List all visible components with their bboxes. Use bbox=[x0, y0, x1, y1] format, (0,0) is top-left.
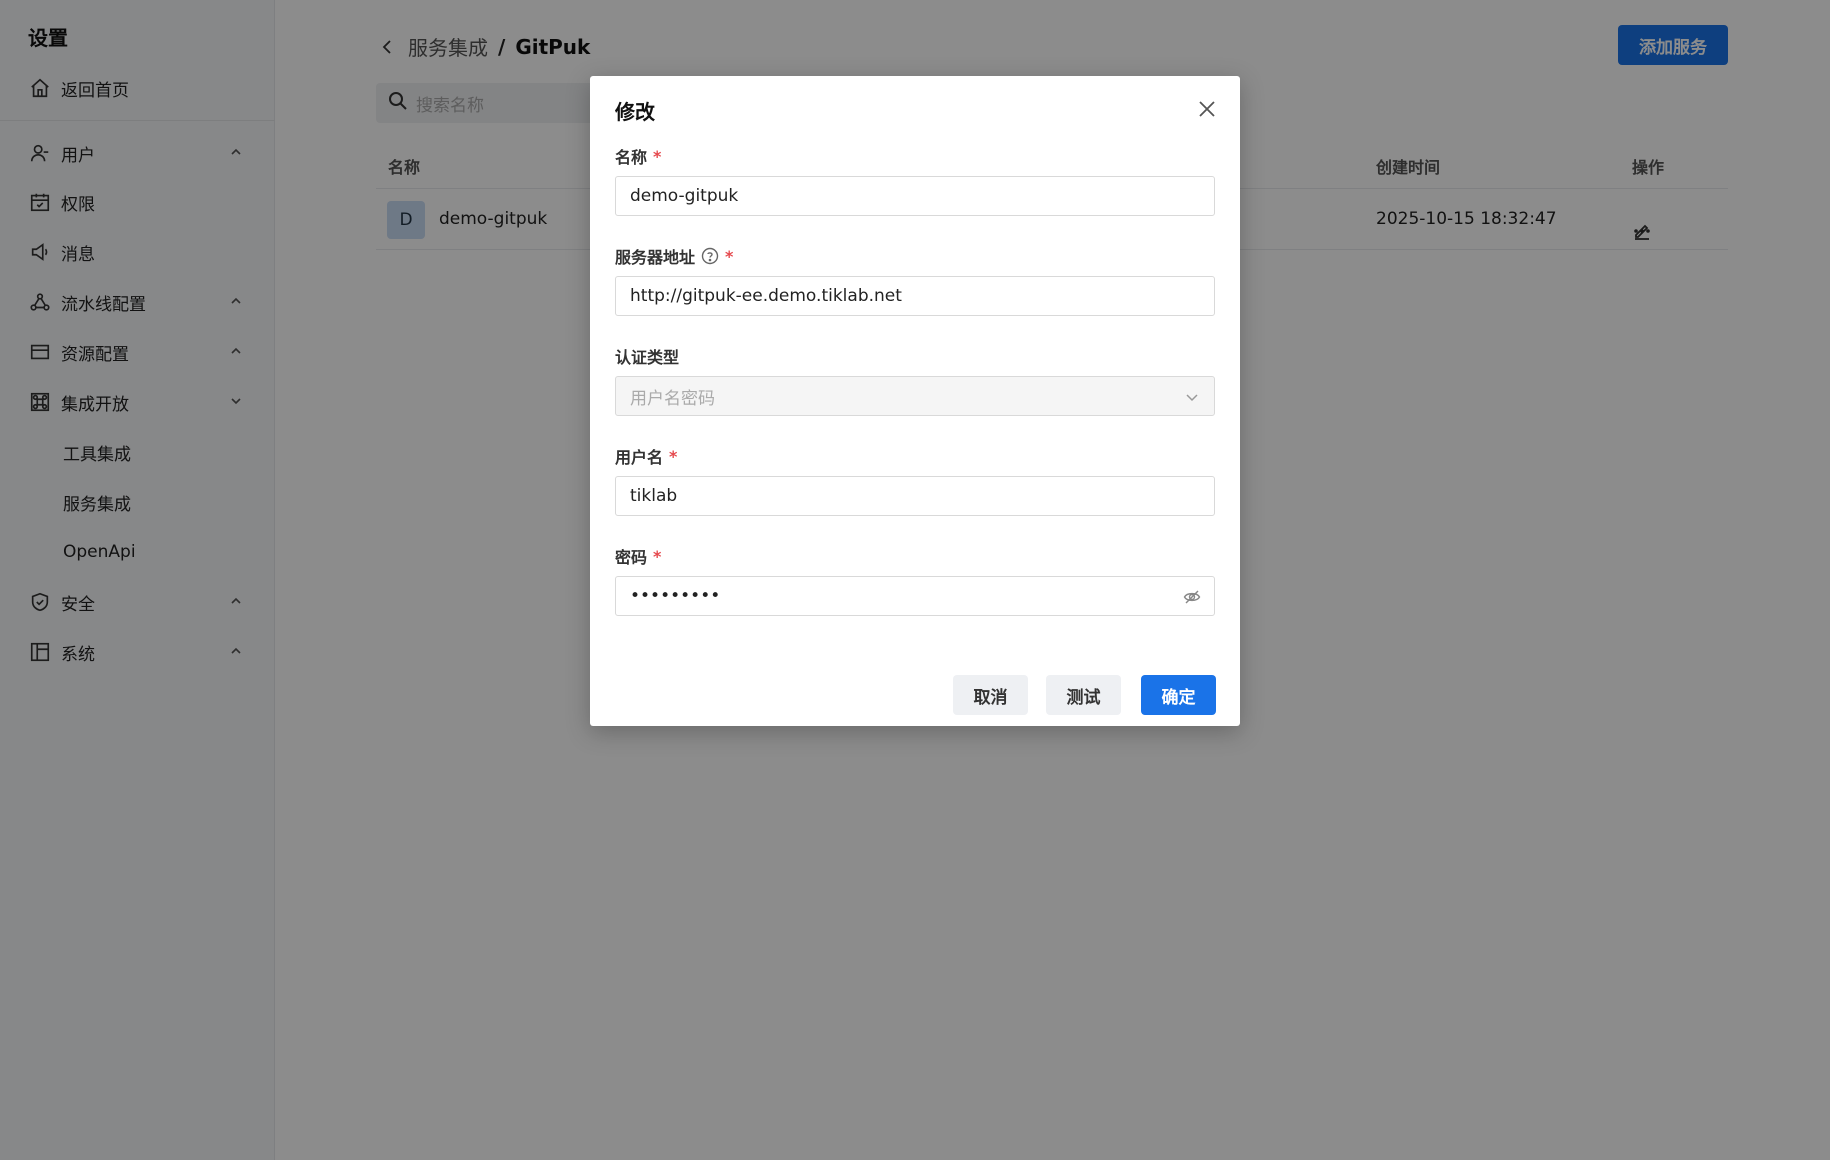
username-label-text: 用户名 bbox=[615, 448, 664, 467]
test-button[interactable]: 测试 bbox=[1046, 675, 1121, 715]
username-label: 用户名 * bbox=[615, 444, 677, 468]
confirm-button[interactable]: 确定 bbox=[1141, 675, 1216, 715]
help-circle-icon[interactable] bbox=[701, 247, 719, 265]
app-root: 设置 返回首页 用户 权限 消息 流水线配置 资源配置 集成开放 工具集成 服务… bbox=[0, 0, 1830, 1160]
server-address-value: http://gitpuk-ee.demo.tiklab.net bbox=[630, 286, 902, 306]
auth-type-label-text: 认证类型 bbox=[615, 348, 680, 367]
server-address-field[interactable]: http://gitpuk-ee.demo.tiklab.net bbox=[615, 276, 1215, 316]
password-value: ••••••••• bbox=[630, 586, 721, 606]
password-label-text: 密码 bbox=[615, 548, 648, 567]
eye-off-icon[interactable] bbox=[1182, 587, 1202, 607]
password-field[interactable]: ••••••••• bbox=[615, 576, 1215, 616]
required-mark: * bbox=[669, 446, 678, 466]
server-label: 服务器地址 * bbox=[615, 244, 733, 268]
name-label-text: 名称 bbox=[615, 148, 648, 167]
name-field[interactable]: demo-gitpuk bbox=[615, 176, 1215, 216]
password-label: 密码 * bbox=[615, 544, 661, 568]
close-icon[interactable] bbox=[1194, 96, 1220, 122]
required-mark: * bbox=[725, 246, 734, 266]
name-label: 名称 * bbox=[615, 144, 661, 168]
auth-type-value: 用户名密码 bbox=[630, 388, 715, 409]
edit-modal: 修改 名称 * demo-gitpuk 服务器地址 * http://gitpu… bbox=[590, 76, 1240, 726]
modal-title: 修改 bbox=[615, 100, 655, 124]
required-mark: * bbox=[653, 146, 662, 166]
username-field[interactable]: tiklab bbox=[615, 476, 1215, 516]
server-label-text: 服务器地址 bbox=[615, 248, 696, 267]
auth-type-select: 用户名密码 bbox=[615, 376, 1215, 416]
required-mark: * bbox=[653, 546, 662, 566]
username-value: tiklab bbox=[630, 486, 678, 506]
name-field-value: demo-gitpuk bbox=[630, 186, 739, 206]
cancel-button[interactable]: 取消 bbox=[953, 675, 1028, 715]
auth-type-label: 认证类型 bbox=[615, 344, 679, 368]
chevron-down-icon bbox=[1182, 387, 1202, 407]
